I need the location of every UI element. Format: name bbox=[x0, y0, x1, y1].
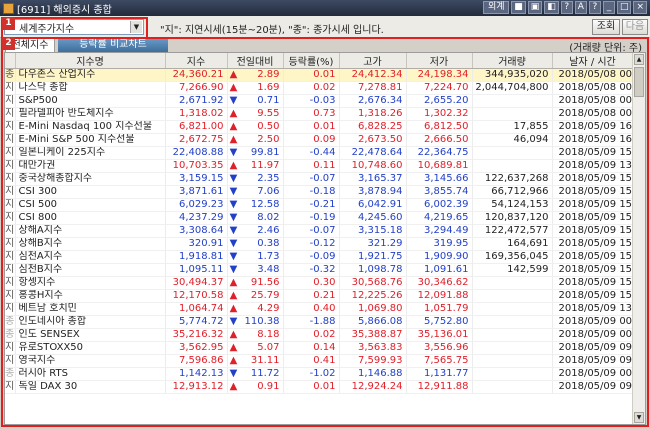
next-button[interactable]: 다음 bbox=[622, 19, 648, 35]
minimize-button[interactable]: _ bbox=[602, 1, 615, 14]
delay-notice: "지": 지연시세(15분~20분), "종": 종가시세 입니다. bbox=[160, 25, 384, 36]
font-size-icon[interactable]: A bbox=[574, 1, 587, 14]
split-icon[interactable]: ◧ bbox=[544, 1, 559, 14]
title-toolbar: 외계 ■ ▣ ◧ ? A ? _ □ × bbox=[483, 1, 647, 14]
layout-icon[interactable]: ■ bbox=[511, 1, 526, 14]
query-button[interactable]: 조회 bbox=[592, 19, 620, 35]
annotation-badge-2: 2 bbox=[2, 37, 15, 50]
window-title: [6911] 해외증시 종합 bbox=[17, 4, 112, 16]
help-icon[interactable]: ? bbox=[588, 1, 601, 14]
app-icon bbox=[3, 2, 14, 14]
maximize-button[interactable]: □ bbox=[616, 1, 632, 14]
annotation-box-1 bbox=[1, 17, 148, 39]
pin-icon[interactable]: ? bbox=[560, 1, 573, 14]
window-icon[interactable]: ▣ bbox=[527, 1, 543, 14]
annotation-badge-1: 1 bbox=[2, 17, 15, 30]
annotation-box-2 bbox=[1, 37, 649, 427]
title-bar: [6911] 해외증시 종합 외계 ■ ▣ ◧ ? A ? _ □ × bbox=[0, 0, 650, 16]
external-button[interactable]: 외계 bbox=[483, 1, 510, 14]
close-button[interactable]: × bbox=[633, 1, 647, 14]
